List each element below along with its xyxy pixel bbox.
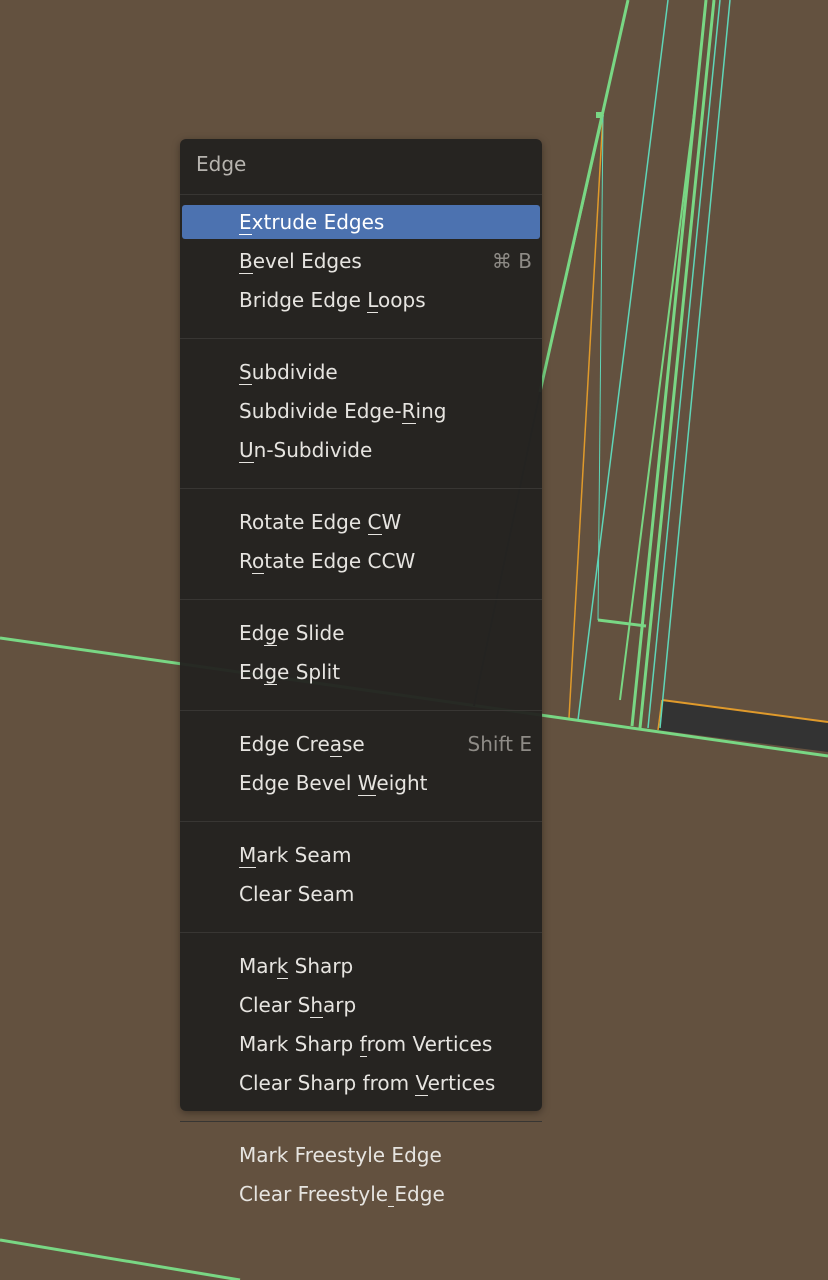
menu-item-clear-sharp-from-vertices[interactable]: Clear Sharp from Vertices [182, 1066, 540, 1100]
menu-item-edge-split[interactable]: Edge Split [182, 655, 540, 689]
menu-item-label: Rotate Edge CW [239, 510, 402, 535]
menu-item-label: Bevel Edges [239, 249, 362, 274]
mesh-edge [0, 1238, 241, 1280]
menu-item-un-subdivide[interactable]: Un-Subdivide [182, 433, 540, 467]
menu-item-label: Bridge Edge Loops [239, 288, 426, 313]
menu-item-subdivide[interactable]: Subdivide [182, 355, 540, 389]
menu-item-label: Un-Subdivide [239, 438, 373, 463]
menu-item-bevel-edges[interactable]: Bevel Edges ⌘ B [182, 244, 540, 278]
menu-item-shortcut: ⌘ B [491, 249, 532, 273]
menu-item-label: Extrude Edges [239, 210, 385, 235]
mesh-edge [597, 618, 647, 628]
mesh-edge [647, 0, 721, 729]
menu-item-edge-slide[interactable]: Edge Slide [182, 616, 540, 650]
menu-item-edge-crease[interactable]: Edge Crease Shift E [182, 727, 540, 761]
menu-item-label: Edge Bevel Weight [239, 771, 428, 796]
menu-item-label: Mark Sharp from Vertices [239, 1032, 493, 1057]
menu-separator [180, 488, 542, 489]
menu-item-bridge-edge-loops[interactable]: Bridge Edge Loops [182, 283, 540, 317]
menu-separator [180, 932, 542, 933]
mesh-edge [638, 0, 716, 729]
menu-item-mark-sharp[interactable]: Mark Sharp [182, 949, 540, 983]
menu-item-label: Clear Freestyle Edge [239, 1182, 445, 1207]
edge-context-menu: Edge Extrude Edges Bevel Edges ⌘ B Bridge E… [180, 139, 542, 1207]
menu-separator [180, 821, 542, 822]
menu-title: Edge [196, 152, 247, 176]
mesh-edge [577, 0, 669, 721]
menu-item-mark-sharp-from-vertices[interactable]: Mark Sharp from Vertices [182, 1027, 540, 1061]
menu-separator [180, 710, 542, 711]
mesh-vertex [596, 112, 603, 118]
menu-item-shortcut: Shift E [467, 732, 532, 756]
menu-item-subdivide-edge-ring[interactable]: Subdivide Edge-Ring [182, 394, 540, 428]
menu-item-rotate-edge-ccw[interactable]: Rotate Edge CCW [182, 544, 540, 578]
menu-item-extrude-edges[interactable]: Extrude Edges [182, 205, 540, 239]
menu-item-label: Subdivide [239, 360, 338, 385]
menu-item-label: Clear Sharp [239, 993, 357, 1018]
menu-item-label: Clear Seam [239, 882, 355, 906]
mesh-edge [539, 114, 604, 393]
menu-separator [180, 338, 542, 339]
menu-item-clear-sharp[interactable]: Clear Sharp [182, 988, 540, 1022]
menu-item-clear-freestyle-edge[interactable]: Clear Freestyle Edge [182, 1177, 540, 1211]
menu-item-label: Edge Slide [239, 621, 345, 646]
menu-item-label: Rotate Edge CCW [239, 549, 416, 574]
menu-item-label: Mark Freestyle Edge [239, 1143, 442, 1167]
menu-separator [180, 1121, 542, 1122]
menu-item-edge-bevel-weight[interactable]: Edge Bevel Weight [182, 766, 540, 800]
menu-item-label: Edge Split [239, 660, 341, 685]
menu-item-label: Clear Sharp from Vertices [239, 1071, 496, 1096]
menu-item-label: Mark Seam [239, 843, 352, 868]
mesh-edge [568, 114, 604, 719]
menu-item-label: Subdivide Edge-Ring [239, 399, 447, 424]
mesh-edge [619, 89, 698, 701]
menu-separator [180, 194, 542, 195]
menu-item-mark-freestyle-edge[interactable]: Mark Freestyle Edge [182, 1138, 540, 1172]
menu-item-clear-seam[interactable]: Clear Seam [182, 877, 540, 911]
menu-separator [180, 599, 542, 600]
menu-item-label: Edge Crease [239, 732, 365, 757]
menu-item-rotate-edge-cw[interactable]: Rotate Edge CW [182, 505, 540, 539]
menu-item-mark-seam[interactable]: Mark Seam [182, 838, 540, 872]
menu-item-label: Mark Sharp [239, 954, 354, 979]
